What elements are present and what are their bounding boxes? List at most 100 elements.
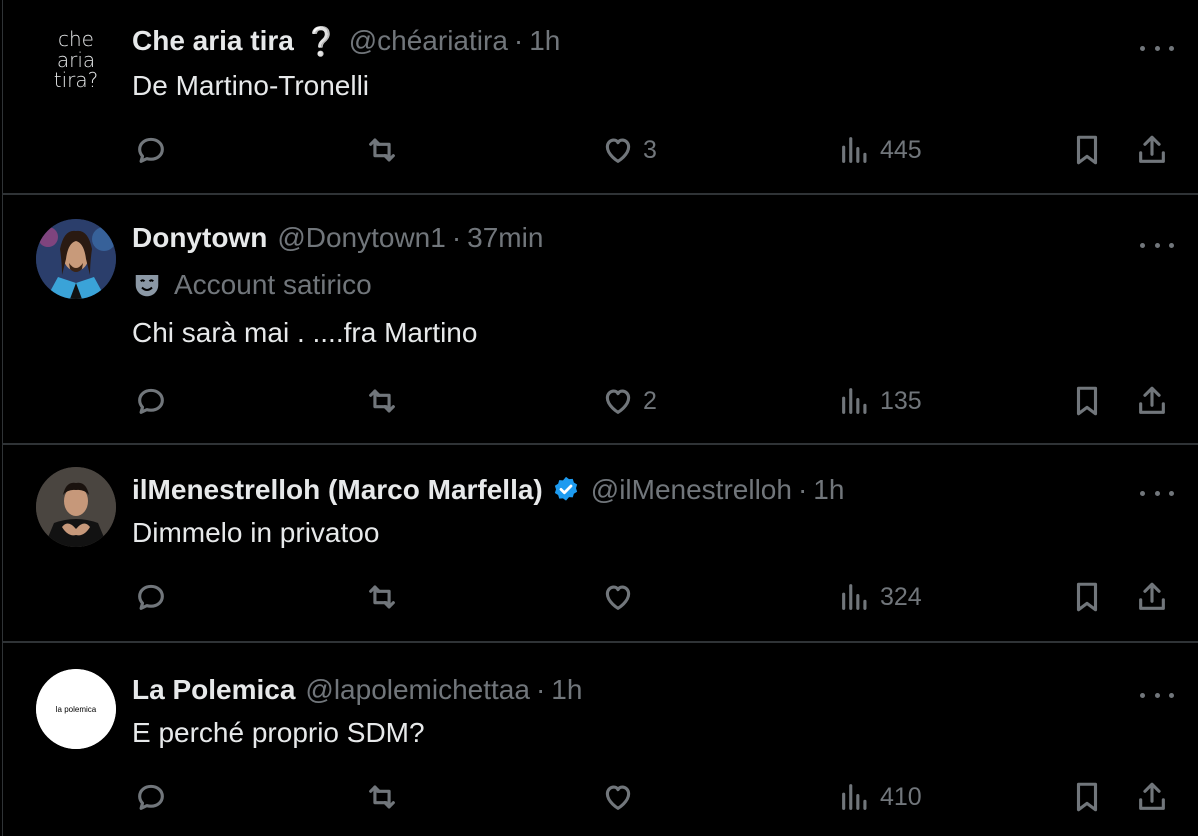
share-icon — [1139, 782, 1165, 810]
share-icon — [1139, 386, 1165, 414]
retweet-button[interactable] — [365, 777, 407, 817]
user-handle[interactable]: @ilMenestrelloh — [591, 474, 792, 506]
views-chart-icon — [842, 137, 867, 163]
views-button[interactable]: 445 — [838, 130, 922, 170]
share-button[interactable] — [1135, 777, 1169, 817]
action-bar: 324 — [132, 577, 1198, 617]
user-handle[interactable]: @chéariatira — [349, 25, 508, 57]
bookmark-icon — [1076, 135, 1098, 165]
views-button[interactable]: 410 — [838, 777, 922, 817]
share-button[interactable] — [1135, 130, 1169, 170]
reply-button[interactable] — [134, 577, 176, 617]
bookmark-button[interactable] — [1070, 577, 1104, 617]
theater-mask-icon — [135, 275, 159, 297]
tweet-card[interactable]: la polemica La Polemica @lapolemichettaa… — [2, 643, 1198, 836]
tweet-header: Che aria tira ❔ @chéariatira · 1h — [132, 24, 560, 58]
retweet-button[interactable] — [365, 577, 407, 617]
display-name[interactable]: La Polemica — [132, 674, 295, 706]
satire-label-text: Account satirico — [174, 269, 372, 300]
view-count: 445 — [880, 135, 922, 164]
retweet-icon — [369, 389, 395, 413]
timestamp[interactable]: 37min — [467, 222, 543, 254]
tweet-header: La Polemica @lapolemichettaa · 1h — [132, 673, 582, 707]
action-bar: 2 135 — [132, 381, 1198, 421]
views-chart-icon — [842, 784, 867, 810]
avatar[interactable] — [36, 219, 116, 299]
reply-icon — [138, 584, 164, 610]
user-handle[interactable]: @Donytown1 — [277, 222, 446, 254]
tweet-header: Donytown @Donytown1 · 37min — [132, 221, 543, 255]
more-options-icon[interactable] — [1140, 38, 1174, 58]
reply-icon — [138, 784, 164, 810]
tweet-card[interactable]: ilMenestrelloh (Marco Marfella) @ilMenes… — [2, 445, 1198, 643]
separator-dot: · — [797, 474, 808, 505]
share-icon — [1139, 135, 1165, 163]
retweet-button[interactable] — [365, 381, 407, 421]
separator-dot: · — [535, 674, 546, 705]
view-count: 410 — [880, 782, 922, 811]
like-count: 2 — [643, 386, 657, 415]
avatar[interactable]: la polemica — [36, 669, 116, 749]
share-icon — [1139, 582, 1165, 610]
more-options-icon[interactable] — [1140, 483, 1174, 503]
retweet-button[interactable] — [365, 130, 407, 170]
reply-button[interactable] — [134, 381, 176, 421]
tweet-text: E perché proprio SDM? — [132, 717, 425, 748]
like-button[interactable]: 2 — [601, 381, 657, 421]
avatar[interactable]: che aria tira? — [36, 22, 116, 102]
bookmark-button[interactable] — [1070, 381, 1104, 421]
retweet-icon — [369, 585, 395, 609]
timestamp[interactable]: 1h — [813, 474, 844, 506]
like-button[interactable]: 3 — [601, 130, 657, 170]
timestamp[interactable]: 1h — [551, 674, 582, 706]
views-button[interactable]: 324 — [838, 577, 922, 617]
more-options-icon[interactable] — [1140, 685, 1174, 705]
like-button[interactable] — [601, 577, 643, 617]
verified-badge-icon — [554, 476, 577, 501]
svg-text:tira?: tira? — [54, 68, 99, 92]
bookmark-button[interactable] — [1070, 777, 1104, 817]
action-bar: 3 445 — [132, 130, 1198, 170]
reply-icon — [138, 388, 164, 414]
views-chart-icon — [842, 388, 867, 414]
heart-icon — [605, 785, 631, 810]
views-chart-icon — [842, 584, 867, 610]
tweet-text: Dimmelo in privatoo — [132, 517, 380, 548]
reply-icon — [138, 137, 164, 163]
bookmark-icon — [1076, 386, 1098, 416]
reply-button[interactable] — [134, 130, 176, 170]
heart-icon — [605, 585, 631, 610]
retweet-icon — [369, 138, 395, 162]
tweet-header: ilMenestrelloh (Marco Marfella) @ilMenes… — [132, 473, 844, 507]
heart-icon — [605, 389, 631, 414]
display-name[interactable]: Che aria tira — [132, 25, 294, 57]
tweet-text: Chi sarà mai . ....fra Martino — [132, 317, 478, 348]
views-button[interactable]: 135 — [838, 381, 922, 421]
like-count: 3 — [643, 135, 657, 164]
tweet-card[interactable]: che aria tira? Che aria tira ❔ @chéariat… — [2, 0, 1198, 195]
action-bar: 410 — [132, 777, 1198, 817]
separator-dot: · — [451, 222, 462, 253]
display-name[interactable]: Donytown — [132, 222, 267, 254]
share-button[interactable] — [1135, 577, 1169, 617]
avatar[interactable] — [36, 467, 116, 547]
svg-text:la polemica: la polemica — [56, 705, 97, 714]
timestamp[interactable]: 1h — [529, 25, 560, 57]
timeline-feed: che aria tira? Che aria tira ❔ @chéariat… — [0, 0, 1198, 836]
retweet-icon — [369, 785, 395, 809]
more-options-icon[interactable] — [1140, 235, 1174, 255]
question-emoji: ❔ — [303, 25, 339, 57]
reply-button[interactable] — [134, 777, 176, 817]
heart-icon — [605, 138, 631, 163]
view-count: 135 — [880, 386, 922, 415]
bookmark-icon — [1076, 582, 1098, 612]
display-name[interactable]: ilMenestrelloh (Marco Marfella) — [132, 474, 543, 506]
like-button[interactable] — [601, 777, 643, 817]
user-handle[interactable]: @lapolemichettaa — [305, 674, 530, 706]
tweet-card[interactable]: Donytown @Donytown1 · 37min Account sati… — [2, 195, 1198, 445]
bookmark-icon — [1076, 782, 1098, 812]
share-button[interactable] — [1135, 381, 1169, 421]
separator-dot: · — [513, 25, 524, 56]
bookmark-button[interactable] — [1070, 130, 1104, 170]
satire-label: Account satirico — [132, 269, 372, 301]
